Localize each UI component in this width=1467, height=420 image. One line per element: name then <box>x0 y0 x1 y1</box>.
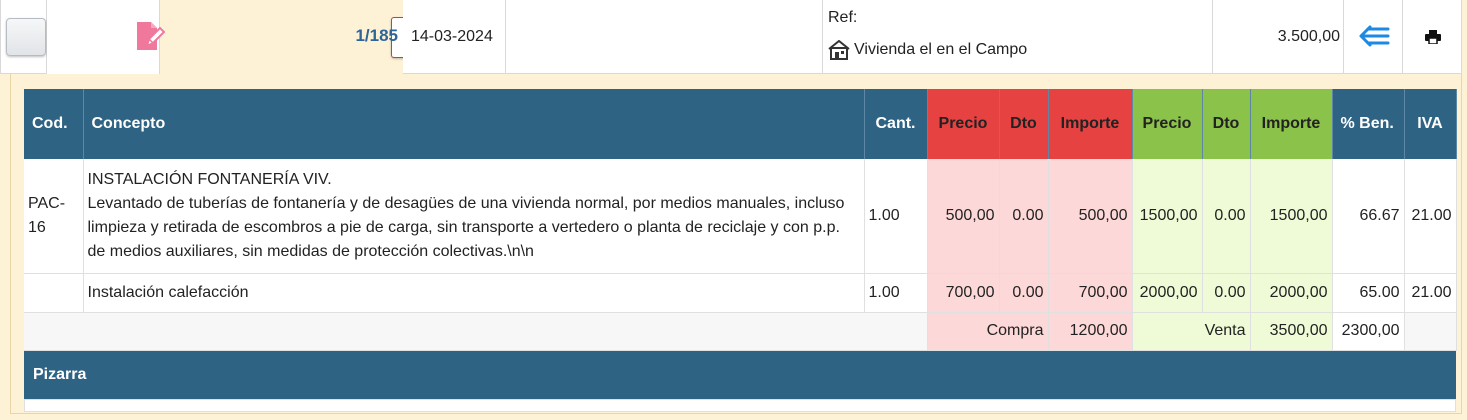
totals-spacer <box>24 312 928 351</box>
ref-label: Ref: <box>828 9 858 26</box>
table-header-row: Cod. Concepto Cant. Precio Dto Importe P… <box>24 89 1457 159</box>
cell-dto-compra: 0.00 <box>999 159 1049 274</box>
cell-dto-compra: 0.00 <box>999 273 1049 313</box>
col-dto-compra: Dto <box>999 89 1049 159</box>
compra-label: Compra <box>927 312 1049 351</box>
checkbox-button[interactable] <box>6 18 46 56</box>
cell-precio-venta: 2000,00 <box>1132 273 1203 313</box>
cell-importe-compra: 700,00 <box>1048 273 1133 313</box>
col-iva: IVA <box>1404 89 1457 159</box>
col-precio-venta: Precio <box>1132 89 1203 159</box>
compra-total: 1200,00 <box>1048 312 1133 351</box>
concepto-description: Levantado de tuberías de fontanería y de… <box>87 194 845 260</box>
col-cant: Cant. <box>864 89 928 159</box>
cell-iva: 21.00 <box>1404 273 1457 313</box>
blank-cell <box>506 0 823 74</box>
iva-total <box>1404 312 1457 351</box>
budget-lines-table: Cod. Concepto Cant. Precio Dto Importe P… <box>24 89 1457 351</box>
cell-importe-venta: 2000,00 <box>1250 273 1333 313</box>
ref-cell: Ref: Vivienda el en el Campo <box>823 0 1213 74</box>
print-cell <box>1403 0 1462 74</box>
building-icon <box>828 40 850 60</box>
date-cell: 14-03-2024 <box>403 0 506 74</box>
cell-iva: 21.00 <box>1404 159 1457 274</box>
cell-cant: 1.00 <box>864 273 928 313</box>
col-cod: Cod. <box>24 89 84 159</box>
cell-cod: PAC-16 <box>24 159 84 274</box>
col-concepto: Concepto <box>83 89 865 159</box>
select-cell <box>0 0 47 74</box>
col-ben: % Ben. <box>1332 89 1405 159</box>
edit-cell <box>47 0 165 74</box>
totals-row: Compra 1200,00 Venta 3500,00 2300,00 <box>24 312 1457 351</box>
cell-precio-compra: 700,00 <box>927 273 1000 313</box>
cell-ben: 65.00 <box>1332 273 1405 313</box>
cell-precio-venta: 1500,00 <box>1132 159 1203 274</box>
printer-icon[interactable] <box>1425 30 1441 44</box>
col-precio-compra: Precio <box>927 89 1000 159</box>
amount-cell: 3.500,00 <box>1213 0 1344 74</box>
col-dto-venta: Dto <box>1202 89 1251 159</box>
cell-dto-venta: 0.00 <box>1202 159 1251 274</box>
back-list-icon[interactable] <box>1358 24 1390 48</box>
cell-ben: 66.67 <box>1332 159 1405 274</box>
cell-cant: 1.00 <box>864 159 928 274</box>
venta-label: Venta <box>1132 312 1251 351</box>
pizarra-body <box>24 399 1456 412</box>
property-link[interactable]: Vivienda el en el Campo <box>828 40 1027 60</box>
venta-total: 3500,00 <box>1250 312 1333 351</box>
col-importe-venta: Importe <box>1250 89 1333 159</box>
cell-importe-venta: 1500,00 <box>1250 159 1333 274</box>
cell-concepto: Instalación calefacción <box>83 273 865 313</box>
property-name: Vivienda el en el Campo <box>854 41 1028 58</box>
cell-dto-venta: 0.00 <box>1202 273 1251 313</box>
col-importe-compra: Importe <box>1048 89 1133 159</box>
concepto-title: INSTALACIÓN FONTANERÍA VIV. <box>87 170 332 188</box>
table-row[interactable]: PAC-16 INSTALACIÓN FONTANERÍA VIV. Levan… <box>24 159 1457 274</box>
record-date: 14-03-2024 <box>411 28 493 45</box>
cell-importe-compra: 500,00 <box>1048 159 1133 274</box>
table-row[interactable]: Instalación calefacción 1.00 700,00 0.00… <box>24 273 1457 313</box>
back-cell <box>1344 0 1403 74</box>
cell-concepto: INSTALACIÓN FONTANERÍA VIV. Levantado de… <box>83 159 865 274</box>
total-amount: 3.500,00 <box>1277 28 1340 45</box>
record-counter: 1/185 <box>355 26 398 45</box>
pizarra-header[interactable]: Pizarra <box>24 351 1456 399</box>
cell-precio-compra: 500,00 <box>927 159 1000 274</box>
record-toolbar: ✖ 1/185 14-03-2024 Ref: Vivienda el en e… <box>0 0 1467 74</box>
ben-total: 2300,00 <box>1332 312 1405 351</box>
cell-cod <box>24 273 84 313</box>
